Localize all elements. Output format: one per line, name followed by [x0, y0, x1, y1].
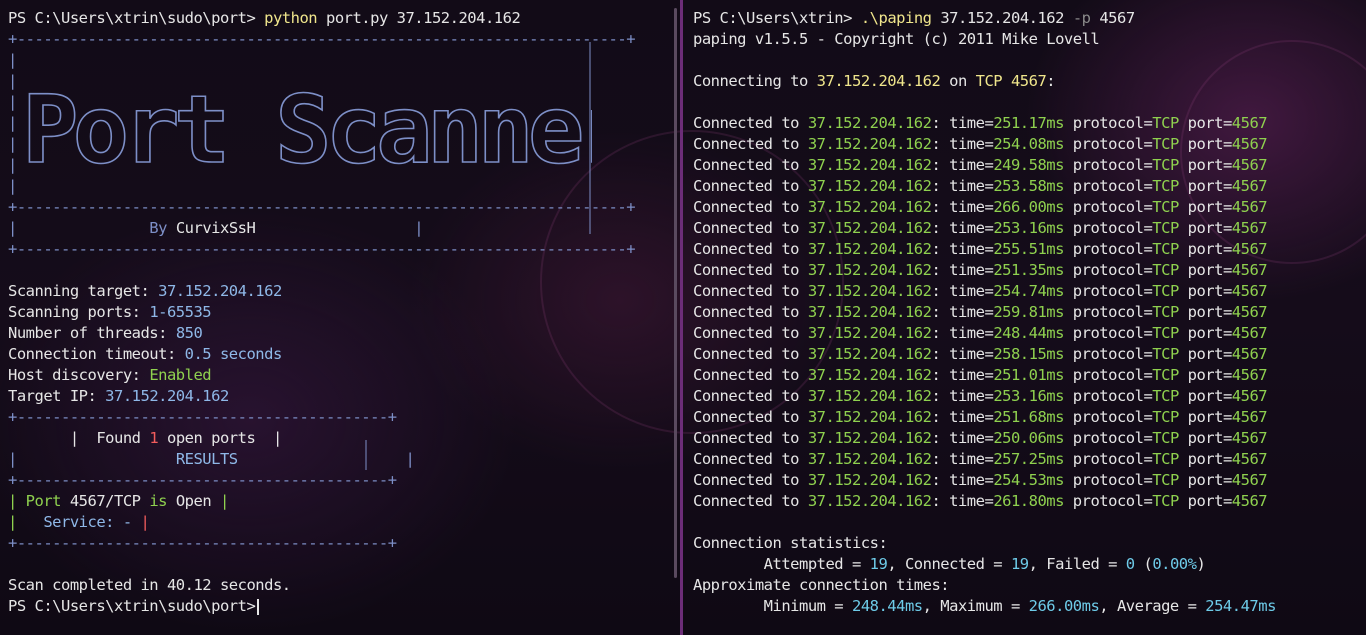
scrollbar[interactable]	[674, 8, 677, 578]
connection-line: Connected to 37.152.204.162: time=251.17…	[693, 114, 1268, 132]
connection-line: Connected to 37.152.204.162: time=248.44…	[693, 324, 1268, 342]
results-bottom-border: +---------------------------------------…	[8, 534, 397, 552]
connection-line: Connected to 37.152.204.162: time=253.16…	[693, 387, 1268, 405]
connection-line: Connected to 37.152.204.162: time=258.15…	[693, 345, 1268, 363]
port-result-line: | Port 4567/TCP is Open |	[8, 492, 229, 510]
stats-title: Connection statistics:	[693, 534, 888, 552]
svg-text:Port Scanner: Port Scanner	[22, 76, 592, 185]
banner-top-border: +---------------------------------------…	[8, 30, 636, 48]
terminal-output-right: PS C:\Users\xtrin> .\paping 37.152.204.1…	[693, 8, 1276, 617]
author-line: | By CurvixSsH |	[8, 219, 424, 237]
connection-line: Connected to 37.152.204.162: time=255.51…	[693, 240, 1268, 258]
version-line: paping v1.5.5 - Copyright (c) 2011 Mike …	[693, 30, 1100, 48]
results-top-border: +---------------------------------------…	[8, 408, 397, 426]
scan-completed-line: Scan completed in 40.12 seconds.	[8, 576, 291, 594]
results-mid-border: +---------------------------------------…	[8, 471, 397, 489]
info-line: Connection timeout: 0.5 seconds	[8, 345, 282, 363]
info-line: Scanning ports: 1-65535	[8, 303, 212, 321]
found-ports-line: | Found 1 open ports |	[8, 429, 282, 447]
pane-divider[interactable]	[680, 0, 683, 635]
connection-line: Connected to 37.152.204.162: time=251.35…	[693, 261, 1268, 279]
connection-line: Connected to 37.152.204.162: time=253.16…	[693, 219, 1268, 237]
connection-line: Connected to 37.152.204.162: time=249.58…	[693, 156, 1268, 174]
info-line: Scanning target: 37.152.204.162	[8, 282, 282, 300]
connection-line: Connected to 37.152.204.162: time=254.08…	[693, 135, 1268, 153]
info-line: Host discovery: Enabled	[8, 366, 212, 384]
connection-line: Connected to 37.152.204.162: time=257.25…	[693, 450, 1268, 468]
banner-bottom-border: +---------------------------------------…	[8, 240, 636, 258]
results-right-border	[365, 440, 367, 470]
connection-line: Connected to 37.152.204.162: time=261.80…	[693, 492, 1268, 510]
connection-line: Connected to 37.152.204.162: time=250.06…	[693, 429, 1268, 447]
service-line: | Service: - |	[8, 513, 150, 531]
approx-title: Approximate connection times:	[693, 576, 950, 594]
connection-list: Connected to 37.152.204.162: time=251.17…	[693, 113, 1276, 512]
connection-line: Connected to 37.152.204.162: time=266.00…	[693, 198, 1268, 216]
connection-line: Connected to 37.152.204.162: time=251.68…	[693, 408, 1268, 426]
banner-mid-border: +---------------------------------------…	[8, 198, 636, 216]
terminal-pane-left[interactable]: PS C:\Users\xtrin\sudo\port> python port…	[0, 0, 676, 635]
connection-line: Connected to 37.152.204.162: time=254.53…	[693, 471, 1268, 489]
port-scanner-logo: Port Scanner	[21, 75, 592, 186]
results-label-line: | RESULTS |	[8, 450, 415, 468]
connecting-line: Connecting to 37.152.204.162 on TCP 4567…	[693, 72, 1056, 90]
info-line: Number of threads: 850	[8, 324, 203, 342]
connection-line: Connected to 37.152.204.162: time=251.01…	[693, 366, 1268, 384]
info-line: Target IP: 37.152.204.162	[8, 387, 229, 405]
connection-line: Connected to 37.152.204.162: time=253.58…	[693, 177, 1268, 195]
text-cursor	[257, 598, 260, 615]
command-line: PS C:\Users\xtrin> .\paping 37.152.204.1…	[693, 9, 1135, 27]
approx-times: Minimum = 248.44ms, Maximum = 266.00ms, …	[693, 597, 1277, 615]
command-line: PS C:\Users\xtrin\sudo\port> python port…	[8, 9, 521, 27]
input-prompt-line[interactable]: PS C:\Users\xtrin\sudo\port>	[8, 596, 635, 617]
connection-line: Connected to 37.152.204.162: time=259.81…	[693, 303, 1268, 321]
stats-counts: Attempted = 19, Connected = 19, Failed =…	[693, 555, 1206, 573]
connection-line: Connected to 37.152.204.162: time=254.74…	[693, 282, 1268, 300]
terminal-pane-right[interactable]: PS C:\Users\xtrin> .\paping 37.152.204.1…	[686, 0, 1366, 635]
